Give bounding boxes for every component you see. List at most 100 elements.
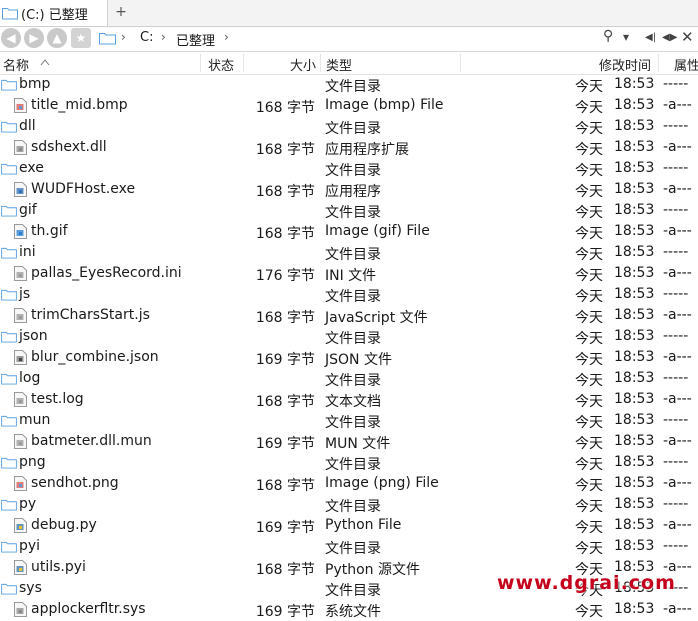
forward-button[interactable]: ▶ — [24, 28, 44, 48]
file-name: debug.py — [31, 517, 97, 533]
folder-name: pyi — [19, 538, 41, 554]
folder-name: png — [19, 454, 46, 470]
folder-row[interactable]: json 文件目录 今天 18:53 ----- — [0, 326, 698, 347]
modified-time: 18:53 — [614, 391, 655, 407]
file-row[interactable]: sdshext.dll 168 字节 应用程序扩展 今天 18:53 -a--- — [0, 137, 698, 158]
dropdown-icon[interactable]: ▾ — [623, 30, 629, 44]
expand-icon[interactable]: ◀▶ — [662, 32, 677, 43]
file-attributes: -a--- — [663, 433, 692, 449]
file-list: bmp 文件目录 今天 18:53 ----- title_mid.bmp 168 字节 Im… — [0, 74, 698, 620]
breadcrumb-separator: › — [121, 30, 126, 44]
folder-row[interactable]: mun 文件目录 今天 18:53 ----- — [0, 410, 698, 431]
tab-strip: (C:) 已整理 + — [0, 0, 698, 27]
folder-row[interactable]: ini 文件目录 今天 18:53 ----- — [0, 242, 698, 263]
image-file-icon — [14, 476, 27, 491]
folder-row[interactable]: png 文件目录 今天 18:53 ----- — [0, 452, 698, 473]
folder-icon — [1, 499, 17, 511]
folder-icon — [1, 79, 17, 91]
python-file-icon — [14, 518, 27, 533]
file-name: sdshext.dll — [31, 139, 107, 155]
modified-date: 今天 — [575, 184, 603, 200]
file-row[interactable]: debug.py 169 字节 Python File 今天 18:53 -a--- — [0, 515, 698, 536]
breadcrumb-separator: › — [161, 30, 166, 44]
folder-row[interactable]: pyi 文件目录 今天 18:53 ----- — [0, 536, 698, 557]
column-divider[interactable] — [658, 54, 659, 72]
file-row[interactable]: test.log 168 字节 文本文档 今天 18:53 -a--- — [0, 389, 698, 410]
folder-row[interactable]: gif 文件目录 今天 18:53 ----- — [0, 200, 698, 221]
file-row[interactable]: applockerfltr.sys 169 字节 系统文件 今天 18:53 -a--- — [0, 599, 698, 620]
modified-date: 今天 — [575, 457, 603, 473]
file-name: sendhot.png — [31, 475, 119, 491]
column-modified[interactable]: 修改时间 — [599, 55, 651, 74]
modified-time: 18:53 — [614, 286, 655, 302]
modified-date: 今天 — [575, 604, 603, 620]
arrow-left-icon: ◀ — [6, 31, 16, 45]
back-button[interactable]: ◀ — [1, 28, 21, 48]
column-name[interactable]: 名称 — [3, 55, 29, 74]
folder-row[interactable]: exe 文件目录 今天 18:53 ----- — [0, 158, 698, 179]
file-row[interactable]: batmeter.dll.mun 169 字节 MUN 文件 今天 18:53 -a--- — [0, 431, 698, 452]
star-icon: ★ — [75, 31, 87, 45]
column-divider[interactable] — [200, 54, 201, 72]
modified-date: 今天 — [575, 100, 603, 116]
file-row[interactable]: title_mid.bmp 168 字节 Image (bmp) File 今天 18:… — [0, 95, 698, 116]
folder-name: dll — [19, 118, 36, 134]
file-attributes: ----- — [663, 160, 689, 176]
column-divider[interactable] — [243, 54, 244, 72]
column-divider[interactable] — [320, 54, 321, 72]
modified-date: 今天 — [575, 247, 603, 263]
folder-row[interactable]: js 文件目录 今天 18:53 ----- — [0, 284, 698, 305]
modified-date: 今天 — [575, 289, 603, 305]
collapse-left-icon[interactable]: ◀| — [645, 32, 656, 43]
modified-date: 今天 — [575, 352, 603, 368]
file-row[interactable]: pallas_EyesRecord.ini 176 字节 INI 文件 今天 18:53… — [0, 263, 698, 284]
modified-time: 18:53 — [614, 265, 655, 281]
file-row[interactable]: WUDFHost.exe 168 字节 应用程序 今天 18:53 -a--- — [0, 179, 698, 200]
file-row[interactable]: sendhot.png 168 字节 Image (png) File 今天 18:53… — [0, 473, 698, 494]
new-tab-button[interactable]: + — [113, 3, 129, 21]
gif-file-icon — [14, 224, 27, 239]
breadcrumb-folder[interactable]: 已整理 — [176, 30, 215, 49]
breadcrumb-drive[interactable]: C: — [140, 30, 153, 45]
folder-row[interactable]: log 文件目录 今天 18:53 ----- — [0, 368, 698, 389]
tab-current-folder[interactable]: (C:) 已整理 — [0, 0, 108, 26]
file-row[interactable]: trimCharsStart.js 168 字节 JavaScript 文件 今天 18… — [0, 305, 698, 326]
column-status[interactable]: 状态 — [208, 55, 234, 74]
file-type: 文件目录 — [325, 289, 381, 305]
modified-time: 18:53 — [614, 601, 655, 617]
modified-time: 18:53 — [614, 370, 655, 386]
file-type: 文本文档 — [325, 394, 381, 410]
file-name: trimCharsStart.js — [31, 307, 150, 323]
column-size[interactable]: 大小 — [290, 55, 316, 74]
modified-date: 今天 — [575, 373, 603, 389]
file-type: 文件目录 — [325, 541, 381, 557]
file-type: INI 文件 — [325, 268, 377, 284]
file-size: 168 字节 — [255, 562, 315, 578]
folder-icon — [1, 289, 17, 301]
file-name: blur_combine.json — [31, 349, 159, 365]
modified-date: 今天 — [575, 478, 603, 494]
close-icon[interactable]: ✕ — [681, 28, 694, 46]
file-row[interactable]: blur_combine.json 169 字节 JSON 文件 今天 18:53 -a-… — [0, 347, 698, 368]
folder-row[interactable]: py 文件目录 今天 18:53 ----- — [0, 494, 698, 515]
file-type: Image (gif) File — [325, 223, 430, 239]
modified-time: 18:53 — [614, 433, 655, 449]
column-divider[interactable] — [460, 54, 461, 72]
file-size: 168 字节 — [255, 394, 315, 410]
folder-row[interactable]: bmp 文件目录 今天 18:53 ----- — [0, 74, 698, 95]
modified-date: 今天 — [575, 436, 603, 452]
favorites-button[interactable]: ★ — [71, 28, 91, 48]
file-name: batmeter.dll.mun — [31, 433, 152, 449]
folder-icon — [1, 541, 17, 553]
folder-row[interactable]: dll 文件目录 今天 18:53 ----- — [0, 116, 698, 137]
file-row[interactable]: th.gif 168 字节 Image (gif) File 今天 18:53 -a--- — [0, 221, 698, 242]
column-type[interactable]: 类型 — [326, 55, 352, 74]
search-icon[interactable]: ⚲ — [603, 28, 613, 44]
folder-icon — [1, 121, 17, 133]
file-attributes: -a--- — [663, 475, 692, 491]
file-attributes: -a--- — [663, 601, 692, 617]
up-button[interactable]: ▲ — [47, 28, 67, 48]
file-attributes: ----- — [663, 496, 689, 512]
file-name: title_mid.bmp — [31, 97, 128, 113]
column-attributes[interactable]: 属性 — [674, 55, 698, 74]
